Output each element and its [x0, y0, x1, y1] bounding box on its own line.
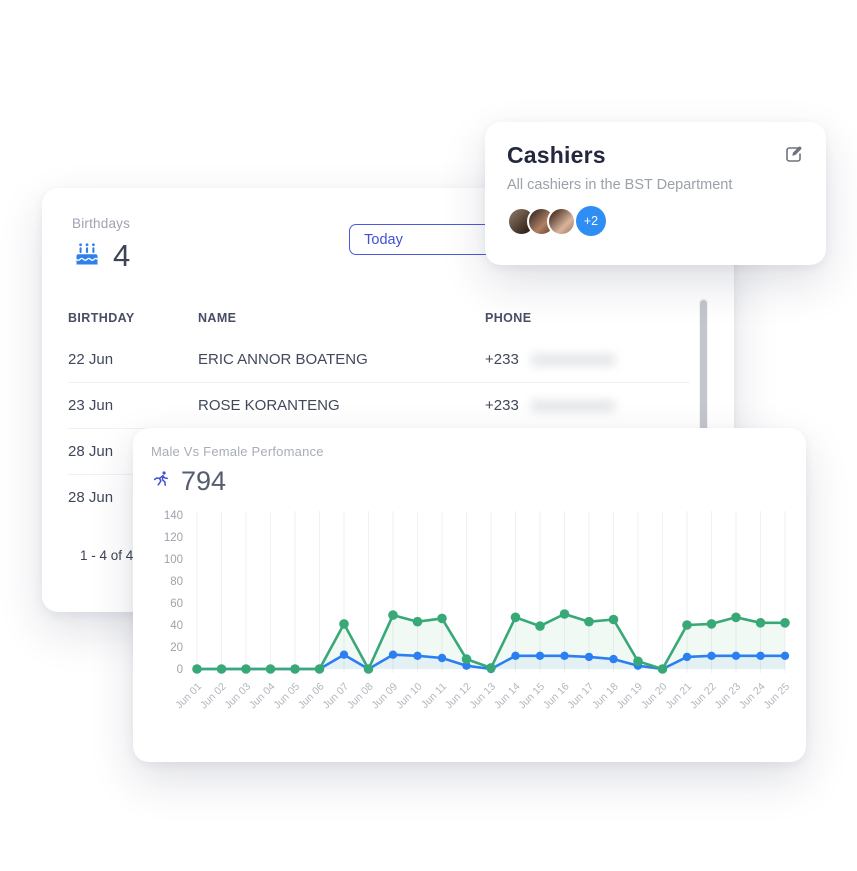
svg-text:Jun 23: Jun 23 — [712, 681, 743, 712]
svg-text:Jun 05: Jun 05 — [271, 681, 302, 712]
cell-name: ROSE KORANTENG — [198, 397, 485, 414]
svg-text:Jun 11: Jun 11 — [419, 681, 449, 711]
table-row[interactable]: 23 Jun ROSE KORANTENG +233 — [68, 382, 690, 428]
svg-text:Jun 01: Jun 01 — [173, 681, 204, 712]
col-birthday: BIRTHDAY — [68, 311, 198, 325]
table-scrollbar-track — [699, 298, 708, 440]
today-button[interactable]: Today — [350, 225, 417, 254]
birthdays-range-toggle: Today This Week — [349, 224, 506, 255]
table-scrollbar-thumb[interactable] — [700, 300, 707, 434]
svg-text:80: 80 — [170, 576, 183, 588]
svg-text:Jun 17: Jun 17 — [565, 681, 596, 712]
performance-chart-card: Male Vs Female Perfomance 794 0 20 40 60 80 1… — [133, 428, 806, 762]
cell-phone: +233 — [485, 351, 690, 368]
cashiers-title: Cashiers — [507, 142, 804, 169]
svg-text:Jun 18: Jun 18 — [590, 681, 621, 712]
svg-text:Jun 12: Jun 12 — [443, 681, 474, 712]
cashiers-subtitle: All cashiers in the BST Department — [507, 177, 804, 193]
svg-text:Jun 13: Jun 13 — [467, 681, 498, 712]
svg-text:60: 60 — [170, 598, 183, 610]
svg-text:Jun 09: Jun 09 — [369, 681, 400, 712]
svg-text:140: 140 — [164, 510, 183, 522]
svg-text:Jun 21: Jun 21 — [663, 681, 694, 712]
chart-title: Male Vs Female Perfomance — [151, 444, 792, 459]
phone-redacted — [531, 400, 615, 412]
cell-birthday: 23 Jun — [68, 397, 198, 414]
svg-text:Jun 04: Jun 04 — [247, 681, 278, 712]
phone-redacted — [531, 354, 615, 366]
birthday-cake-icon — [72, 240, 102, 273]
svg-text:Jun 16: Jun 16 — [541, 681, 572, 712]
svg-text:120: 120 — [164, 532, 183, 544]
avatar — [547, 207, 576, 236]
svg-text:Jun 08: Jun 08 — [345, 681, 376, 712]
svg-text:Jun 25: Jun 25 — [761, 681, 792, 712]
cashiers-card: Cashiers All cashiers in the BST Departm… — [485, 122, 826, 265]
avatar-overflow-badge[interactable]: +2 — [576, 206, 606, 236]
chart-total: 794 — [181, 466, 226, 497]
svg-text:Jun 10: Jun 10 — [394, 681, 425, 712]
cell-birthday: 22 Jun — [68, 351, 198, 368]
svg-text:0: 0 — [177, 664, 183, 676]
svg-text:Jun 19: Jun 19 — [614, 681, 645, 712]
phone-prefix: +233 — [485, 351, 519, 368]
birthdays-table-header: BIRTHDAY NAME PHONE — [68, 298, 690, 336]
svg-text:Jun 07: Jun 07 — [320, 681, 351, 712]
svg-text:Jun 15: Jun 15 — [516, 681, 547, 712]
svg-text:Jun 20: Jun 20 — [639, 681, 670, 712]
svg-text:Jun 02: Jun 02 — [198, 681, 229, 712]
svg-text:40: 40 — [170, 620, 183, 632]
birthdays-count: 4 — [113, 238, 130, 274]
svg-text:Jun 06: Jun 06 — [296, 681, 327, 712]
svg-text:Jun 24: Jun 24 — [737, 681, 768, 712]
cell-name: ERIC ANNOR BOATENG — [198, 351, 485, 368]
line-chart: 020406080100120140Jun 01Jun 02Jun 03Jun … — [147, 507, 792, 750]
table-row[interactable]: 22 Jun ERIC ANNOR BOATENG +233 — [68, 336, 690, 382]
cell-phone: +233 — [485, 397, 690, 414]
col-phone: PHONE — [485, 311, 690, 325]
phone-prefix: +233 — [485, 397, 519, 414]
runner-icon — [151, 469, 170, 494]
page: Birthdays 4 Today — [0, 0, 857, 871]
svg-text:Jun 03: Jun 03 — [222, 681, 253, 712]
avatar-stack[interactable]: +2 — [507, 206, 804, 236]
edit-icon[interactable] — [784, 144, 804, 164]
svg-text:Jun 14: Jun 14 — [492, 681, 523, 712]
svg-text:100: 100 — [164, 554, 183, 566]
svg-text:Jun 22: Jun 22 — [688, 681, 719, 712]
col-name: NAME — [198, 311, 485, 325]
svg-text:20: 20 — [170, 642, 183, 654]
